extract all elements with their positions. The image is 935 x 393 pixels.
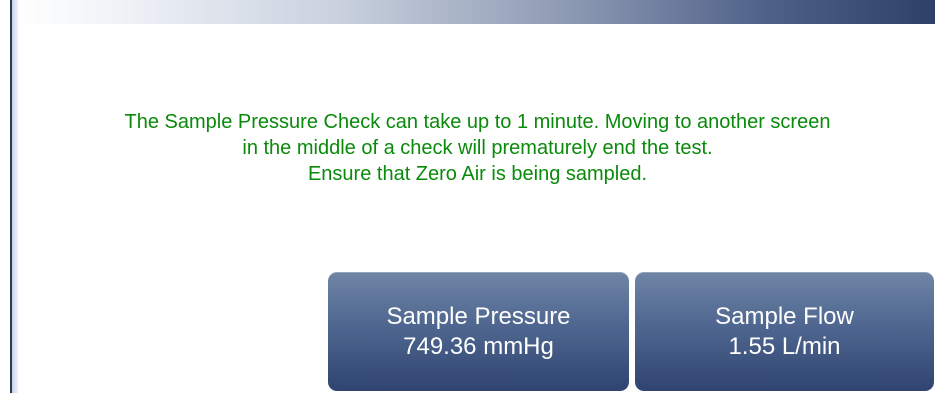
sample-pressure-label: Sample Pressure	[386, 302, 571, 330]
title-bar	[18, 0, 935, 24]
sample-flow-value: 1.55 L/min	[728, 332, 841, 360]
sample-pressure-value: 749.36 mmHg	[403, 332, 554, 360]
instruction-line-3: Ensure that Zero Air is being sampled.	[307, 163, 648, 185]
sample-pressure-button[interactable]: Sample Pressure 749.36 mmHg	[328, 272, 629, 391]
left-edge-strip	[12, 0, 18, 393]
sample-flow-button[interactable]: Sample Flow 1.55 L/min	[635, 272, 934, 391]
instruction-message: The Sample Pressure Check can take up to…	[20, 109, 935, 187]
instruction-line-2: in the middle of a check will prematurel…	[242, 137, 713, 159]
instruction-line-1: The Sample Pressure Check can take up to…	[124, 111, 831, 133]
sample-flow-label: Sample Flow	[715, 302, 854, 330]
sample-pressure-check-screen: The Sample Pressure Check can take up to…	[0, 0, 935, 393]
left-edge-border	[0, 0, 18, 393]
